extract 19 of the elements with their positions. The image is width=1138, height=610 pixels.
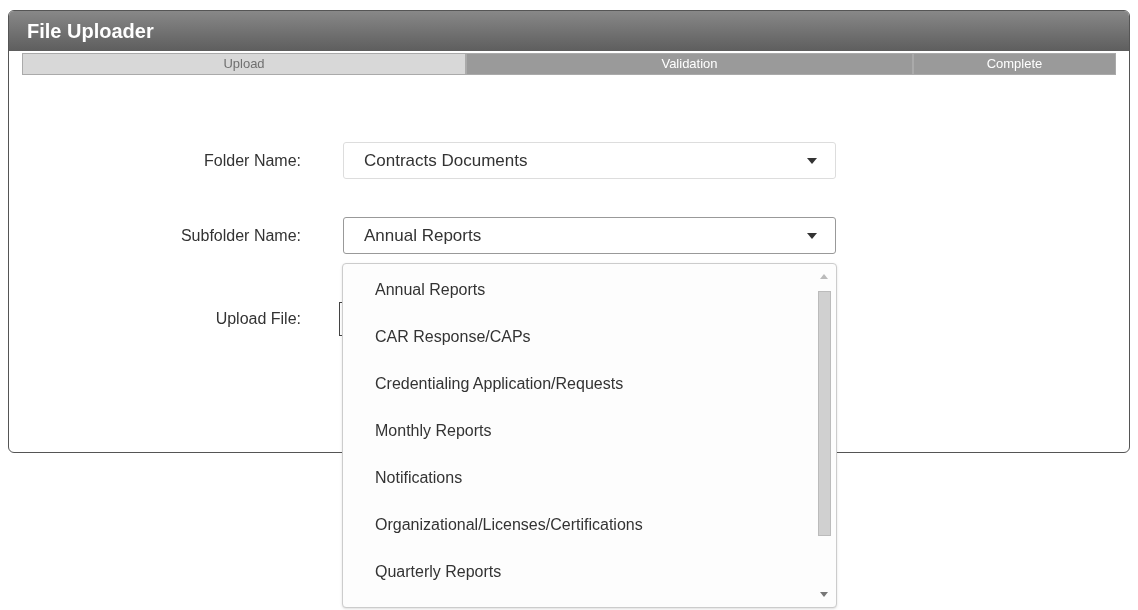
panel-title: File Uploader — [27, 19, 154, 44]
scrollbar-thumb[interactable] — [817, 291, 831, 536]
dropdown-option[interactable]: Notifications — [375, 466, 816, 513]
field-label: Folder Name: — [203, 150, 301, 171]
dropdown-option[interactable]: Credentialing Application/Requests — [375, 372, 816, 419]
select-field[interactable]: Contracts Documents — [343, 142, 836, 179]
dropdown-option[interactable]: Organizational/Licenses/Certifications — [375, 513, 816, 560]
select-field[interactable]: Annual Reports — [343, 217, 836, 254]
caret-icon — [807, 232, 817, 239]
dropdown-option[interactable]: Quarterly Reports — [375, 560, 816, 607]
field-label: Upload File: — [214, 309, 301, 329]
field-label: Subfolder Name: — [179, 225, 301, 246]
dropdown-option[interactable]: Annual Reports — [375, 278, 816, 325]
dropdown-option[interactable]: CAR Response/CAPs — [375, 325, 816, 372]
dropdown-option[interactable]: Monthly Reports — [375, 419, 816, 466]
scroll-down-icon — [820, 592, 828, 597]
caret-icon — [807, 157, 817, 164]
step-tab[interactable]: Upload — [22, 53, 466, 75]
scroll-up-icon — [820, 274, 828, 279]
